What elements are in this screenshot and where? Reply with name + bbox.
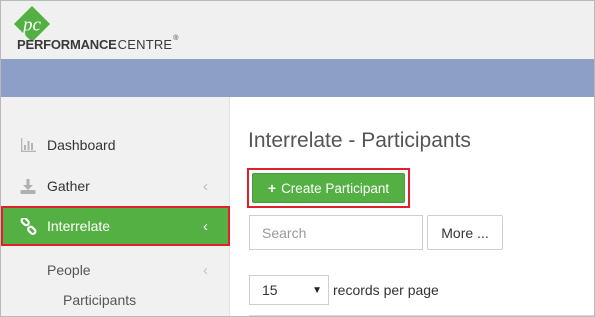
sidebar: Dashboard Gather ‹ Interrelate ‹ People … bbox=[1, 97, 230, 316]
svg-text:pc: pc bbox=[21, 15, 42, 36]
page-size-value: 15 bbox=[262, 282, 278, 298]
plus-icon: + bbox=[267, 180, 277, 196]
dropdown-caret-icon: ▼ bbox=[312, 285, 322, 296]
bar-chart-icon bbox=[19, 136, 37, 154]
link-icon bbox=[19, 217, 37, 235]
chevron-left-icon: ‹ bbox=[203, 218, 208, 235]
sidebar-subitem-label: People bbox=[47, 262, 91, 278]
page-size-select[interactable]: 15 ▼ bbox=[249, 275, 329, 305]
sidebar-item-interrelate[interactable]: Interrelate ‹ bbox=[1, 206, 230, 246]
sidebar-subitem-people[interactable]: People ‹ bbox=[47, 262, 230, 279]
sidebar-subitem-label: Participants bbox=[63, 292, 137, 308]
download-icon bbox=[19, 177, 37, 195]
chevron-left-icon: ‹ bbox=[203, 262, 208, 279]
logo-text-regular: CENTRE bbox=[117, 37, 173, 52]
more-button[interactable]: More ... bbox=[427, 215, 503, 250]
logo-text-bold: PERFORMANCE bbox=[17, 37, 117, 52]
sidebar-item-dashboard[interactable]: Dashboard bbox=[1, 125, 230, 165]
top-nav-bar bbox=[1, 59, 594, 97]
sidebar-subitem-participants[interactable]: Participants bbox=[63, 292, 230, 308]
search-input[interactable] bbox=[249, 215, 423, 250]
create-participant-button[interactable]: + Create Participant bbox=[252, 173, 405, 203]
chevron-left-icon: ‹ bbox=[203, 178, 208, 195]
page-title: Interrelate - Participants bbox=[248, 129, 471, 152]
logo-wordmark: PERFORMANCECENTRE® bbox=[17, 35, 179, 52]
sidebar-item-label: Gather bbox=[47, 178, 90, 194]
registered-mark: ® bbox=[173, 35, 179, 42]
app-window: pc PERFORMANCECENTRE® Dashboard Gather ‹… bbox=[0, 0, 595, 317]
create-participant-label: Create Participant bbox=[281, 180, 390, 196]
app-header: pc PERFORMANCECENTRE® bbox=[1, 1, 594, 59]
sidebar-item-label: Interrelate bbox=[47, 218, 111, 234]
create-participant-highlight: + Create Participant bbox=[247, 168, 410, 208]
sidebar-item-gather[interactable]: Gather ‹ bbox=[1, 166, 230, 206]
records-per-page-label: records per page bbox=[333, 282, 439, 298]
sidebar-item-label: Dashboard bbox=[47, 137, 116, 153]
